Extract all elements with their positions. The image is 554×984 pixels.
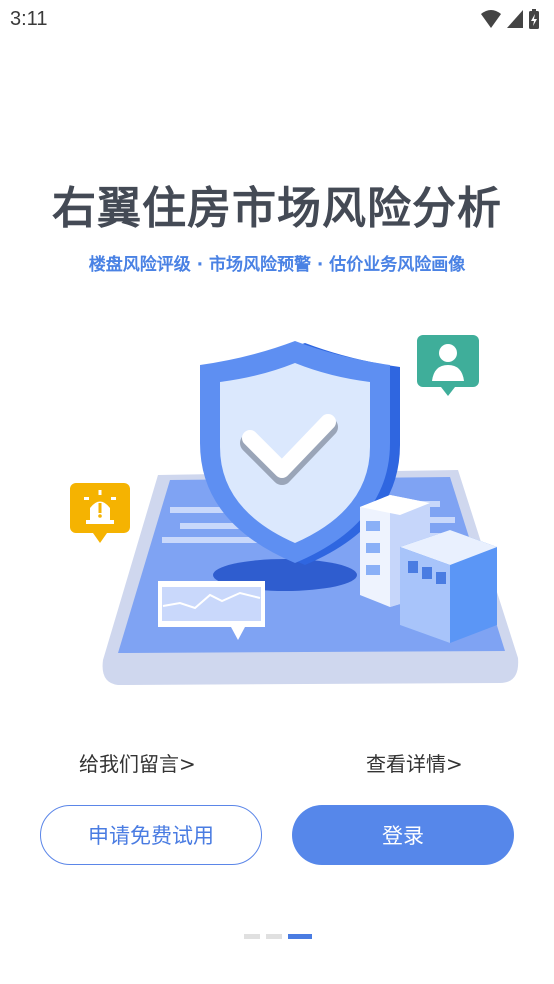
user-icon (417, 335, 479, 396)
page-dot-active (288, 934, 312, 939)
leave-message-link[interactable]: 给我们留言> (79, 748, 196, 777)
status-bar: 3:11 (0, 0, 554, 38)
risk-analysis-illustration (70, 335, 519, 685)
status-time: 3:11 (10, 8, 48, 30)
view-details-link[interactable]: 查看详情> (366, 748, 463, 777)
login-button[interactable]: 登录 (292, 805, 514, 865)
page-dot (266, 934, 282, 939)
alert-icon (70, 483, 130, 543)
free-trial-button[interactable]: 申请免费试用 (40, 805, 262, 865)
page-subtitle: 楼盘风险评级 · 市场风险预警 · 估价业务风险画像 (88, 255, 466, 275)
page-title: 右翼住房市场风险分析 (52, 183, 502, 234)
page-dot (244, 934, 260, 939)
status-icons (480, 8, 540, 30)
signal-icon (507, 10, 523, 28)
wifi-icon (481, 10, 501, 28)
page-indicator (244, 934, 312, 939)
battery-icon (529, 9, 539, 29)
